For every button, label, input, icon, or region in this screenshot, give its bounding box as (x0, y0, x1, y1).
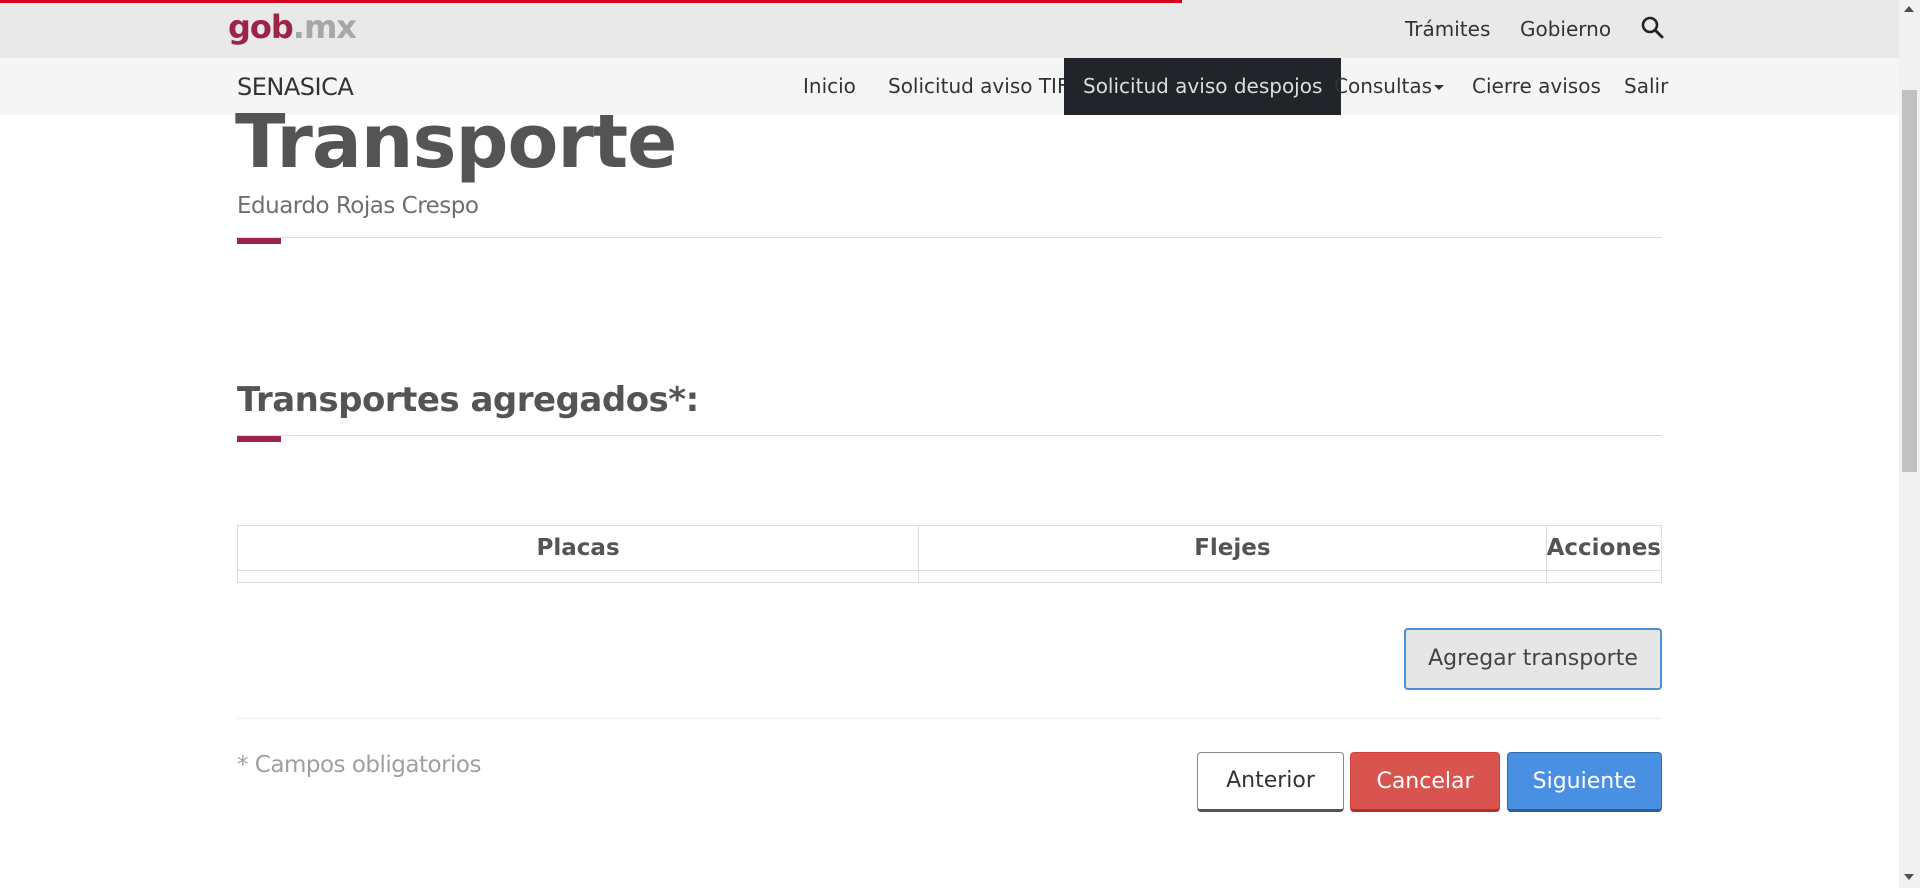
gob-header: gob.mx Trámites Gobierno (0, 0, 1899, 58)
divider (237, 237, 1662, 238)
required-fields-note: * Campos obligatorios (237, 752, 481, 778)
link-gobierno[interactable]: Gobierno (1520, 17, 1611, 41)
cancel-button[interactable]: Cancelar (1350, 752, 1500, 812)
gobmx-logo[interactable]: gob.mx (228, 8, 357, 46)
previous-button[interactable]: Anterior (1197, 752, 1344, 812)
link-tramites[interactable]: Trámites (1405, 17, 1490, 41)
search-icon[interactable] (1640, 15, 1666, 41)
nav-inicio[interactable]: Inicio (803, 58, 856, 115)
column-header-acciones[interactable]: Acciones (1545, 525, 1663, 571)
section-title: Transportes agregados*: (237, 380, 699, 420)
scroll-up-arrow-icon[interactable] (1904, 6, 1914, 12)
column-header-placas[interactable]: Placas (236, 525, 920, 571)
title-accent-bar (237, 238, 281, 244)
column-header-flejes[interactable]: Flejes (918, 525, 1547, 571)
scroll-down-arrow-icon[interactable] (1904, 874, 1914, 880)
divider (237, 718, 1662, 719)
page-loading-bar (0, 0, 1182, 3)
add-transport-button[interactable]: Agregar transporte (1404, 628, 1662, 690)
caret-down-icon (1434, 85, 1445, 90)
nav-salir[interactable]: Salir (1624, 58, 1668, 115)
nav-solicitud-aviso-tif[interactable]: Solicitud aviso TIF (888, 58, 1068, 115)
nav-solicitud-aviso-despojos[interactable]: Solicitud aviso despojos (1064, 58, 1342, 115)
nav-cierre-avisos[interactable]: Cierre avisos (1472, 58, 1601, 115)
divider (237, 435, 1662, 436)
table-row-empty (236, 570, 1663, 583)
page-title: Transporte (235, 99, 677, 185)
user-name: Eduardo Rojas Crespo (237, 193, 479, 219)
transport-table: Placas Flejes Acciones (236, 525, 1663, 583)
next-button[interactable]: Siguiente (1507, 752, 1662, 812)
section-accent-bar (237, 436, 281, 442)
scrollbar-thumb[interactable] (1902, 90, 1917, 472)
nav-consultas[interactable]: Consultas (1334, 58, 1445, 115)
